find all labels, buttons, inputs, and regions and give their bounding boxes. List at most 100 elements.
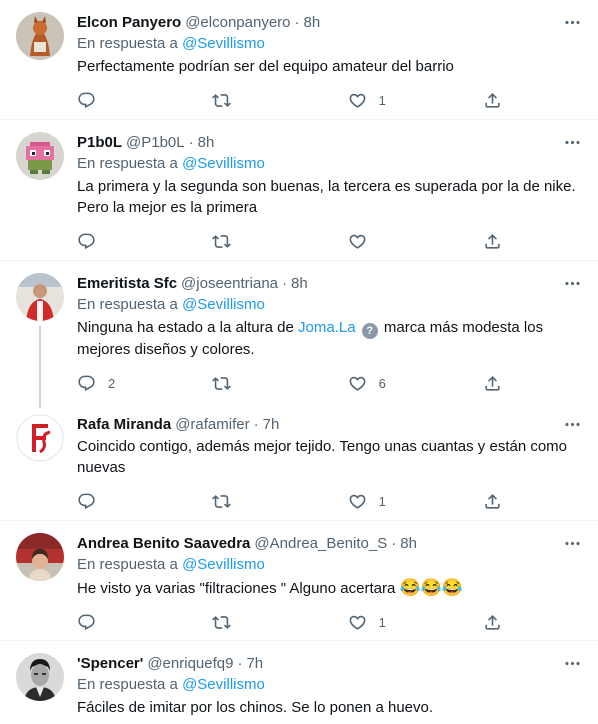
author-name[interactable]: Rafa Miranda [77, 416, 171, 433]
share-button[interactable] [483, 232, 502, 251]
domain-link[interactable]: Joma.La [298, 319, 356, 336]
reply-context: En respuesta a @Sevillismo [77, 555, 582, 575]
tweet[interactable]: Elcon Panyero @elconpanyero · 8h En resp… [0, 0, 598, 120]
avatar[interactable] [16, 414, 64, 462]
timestamp[interactable]: 8h [198, 134, 215, 151]
reply-prefix: En respuesta a [77, 556, 178, 573]
separator-dot: · [282, 274, 287, 292]
share-button[interactable] [483, 91, 502, 110]
mention-link[interactable]: @Sevillismo [182, 155, 265, 172]
like-button[interactable]: 1 [348, 492, 428, 511]
laughing-emoji-icon: 😂😂😂 [399, 578, 463, 597]
more-icon[interactable] [562, 653, 582, 673]
author-handle[interactable]: @Andrea_Benito_S [254, 535, 387, 552]
tweet-text: La primera y la segunda son buenas, la t… [77, 178, 576, 216]
timestamp[interactable]: 8h [400, 535, 417, 552]
share-button[interactable] [483, 613, 502, 632]
author-handle[interactable]: @enriquefq9 [147, 655, 233, 672]
author-name[interactable]: P1b0L [77, 134, 122, 151]
reply-button[interactable]: 2 [77, 374, 157, 393]
heart-icon [348, 613, 367, 632]
tweet[interactable]: Rafa Miranda @rafamifer · 7h Coincido co… [0, 402, 598, 521]
mention-link[interactable]: @Sevillismo [182, 35, 265, 52]
like-count: 6 [378, 375, 386, 391]
separator-dot: · [391, 534, 397, 552]
reply-icon [77, 232, 96, 251]
author-handle[interactable]: @P1b0L [126, 134, 185, 151]
retweet-icon [212, 613, 231, 632]
more-icon[interactable] [562, 132, 582, 152]
avatar[interactable] [16, 533, 64, 581]
share-icon [483, 232, 502, 251]
tweet[interactable]: Emeritista Sfc @joseentriana · 8h En res… [0, 261, 598, 408]
reply-icon [77, 374, 96, 393]
like-button[interactable]: 6 [348, 374, 428, 393]
share-button[interactable] [483, 492, 502, 511]
action-bar: 1 [77, 488, 502, 520]
heart-icon [348, 91, 367, 110]
avatar[interactable] [16, 132, 64, 180]
mention-link[interactable]: @Sevillismo [182, 296, 265, 313]
mention-link[interactable]: @Sevillismo [182, 556, 265, 573]
avatar[interactable] [16, 12, 64, 60]
tweet-header: Rafa Miranda @rafamifer · 7h [77, 414, 582, 434]
like-count: 1 [378, 92, 386, 108]
tweet-text: Perfectamente podrían ser del equipo ama… [77, 58, 454, 75]
author-name[interactable]: Emeritista Sfc [77, 275, 177, 292]
reply-button[interactable] [77, 91, 157, 110]
like-button[interactable] [348, 232, 428, 251]
reply-context: En respuesta a @Sevillismo [77, 675, 582, 695]
tweet[interactable]: P1b0L @P1b0L · 8h En respuesta a @Sevill… [0, 120, 598, 261]
share-button[interactable] [483, 374, 502, 393]
retweet-button[interactable] [212, 232, 292, 251]
retweet-icon [212, 374, 231, 393]
timestamp[interactable]: 8h [304, 14, 321, 31]
tweet-text: Fáciles de imitar por los chinos. Se lo … [77, 699, 434, 716]
more-icon[interactable] [562, 273, 582, 293]
separator-dot: · [253, 415, 259, 433]
action-bar: 1 [77, 609, 502, 641]
avatar[interactable] [16, 653, 64, 701]
tweet-header: Emeritista Sfc @joseentriana · 8h [77, 273, 582, 293]
author-handle[interactable]: @joseentriana [181, 275, 278, 292]
like-button[interactable]: 1 [348, 91, 428, 110]
tweet-text-body: He visto ya varias "filtraciones " Algun… [77, 580, 396, 597]
retweet-button[interactable] [212, 374, 292, 393]
timestamp[interactable]: 7h [263, 416, 280, 433]
mention-link[interactable]: @Sevillismo [182, 676, 265, 693]
retweet-button[interactable] [212, 91, 292, 110]
share-icon [483, 613, 502, 632]
tweet-text: Coincido contigo, además mejor tejido. T… [77, 438, 568, 476]
more-icon[interactable] [562, 414, 582, 434]
reply-count: 2 [108, 375, 116, 391]
timestamp[interactable]: 7h [246, 655, 263, 672]
retweet-button[interactable] [212, 613, 292, 632]
reply-icon [77, 492, 96, 511]
more-icon[interactable] [562, 533, 582, 553]
author-name[interactable]: Andrea Benito Saavedra [77, 535, 250, 552]
tweet-text: Ninguna ha estado a la altura de Joma.La… [77, 317, 582, 360]
reply-prefix: En respuesta a [77, 296, 178, 313]
retweet-button[interactable] [212, 492, 292, 511]
tweet[interactable]: Andrea Benito Saavedra @Andrea_Benito_S … [0, 521, 598, 641]
question-badge-icon[interactable]: ? [361, 323, 378, 339]
author-name[interactable]: 'Spencer' [77, 655, 143, 672]
like-button[interactable]: 1 [348, 613, 428, 632]
share-icon [483, 374, 502, 393]
author-handle[interactable]: @rafamifer [175, 416, 249, 433]
share-icon [483, 492, 502, 511]
reply-button[interactable] [77, 492, 157, 511]
tweet-header: Elcon Panyero @elconpanyero · 8h [77, 12, 582, 32]
reply-button[interactable] [77, 613, 157, 632]
author-handle[interactable]: @elconpanyero [185, 14, 290, 31]
timestamp[interactable]: 8h [291, 275, 308, 292]
reply-context: En respuesta a @Sevillismo [77, 154, 582, 174]
separator-dot: · [294, 13, 300, 31]
separator-dot: · [237, 654, 243, 672]
reply-context: En respuesta a @Sevillismo [77, 34, 582, 54]
tweet[interactable]: 'Spencer' @enriquefq9 · 7h En respuesta … [0, 641, 598, 724]
reply-button[interactable] [77, 232, 157, 251]
more-icon[interactable] [562, 12, 582, 32]
avatar[interactable] [16, 273, 64, 321]
author-name[interactable]: Elcon Panyero [77, 14, 181, 31]
